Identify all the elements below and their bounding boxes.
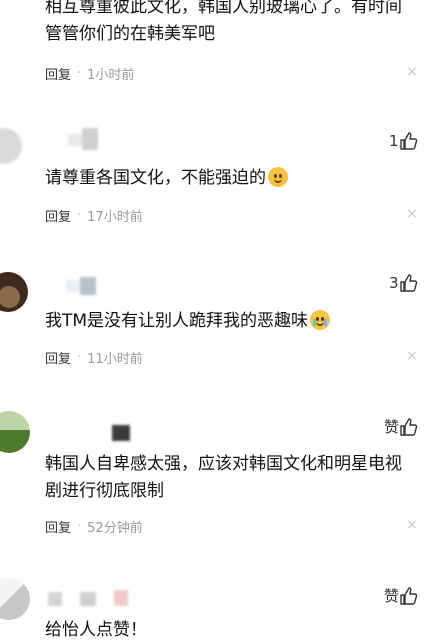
reply-button[interactable]: 回复 bbox=[45, 517, 71, 536]
reply-button[interactable]: 回复 bbox=[45, 206, 71, 225]
comment-meta: 回复 · 52分钟前 bbox=[45, 517, 143, 536]
dismiss-icon[interactable]: × bbox=[406, 517, 418, 533]
comment-text: 我TM是没有让别人跪拜我的恶趣味 bbox=[45, 308, 405, 335]
like-label: 赞 bbox=[384, 418, 400, 436]
thumbs-up-icon bbox=[399, 586, 419, 606]
separator-dot: · bbox=[77, 208, 82, 223]
comment-text: 相互尊重彼此文化，韩国人别玻璃心了。有时间管管你们的在韩美军吧 bbox=[45, 0, 402, 44]
separator-dot: · bbox=[77, 519, 82, 534]
username-masked[interactable] bbox=[48, 592, 62, 606]
comment-time: 1小时前 bbox=[87, 68, 135, 83]
comment-meta: 回复 · 1小时前 bbox=[45, 64, 134, 83]
username-masked[interactable] bbox=[82, 128, 98, 150]
smirk-emoji-icon bbox=[268, 167, 288, 187]
dismiss-icon[interactable]: × bbox=[406, 348, 418, 364]
username-masked[interactable] bbox=[66, 280, 80, 292]
avatar[interactable] bbox=[0, 128, 22, 164]
thumbs-up-icon bbox=[399, 273, 419, 293]
like-button[interactable]: 赞 bbox=[384, 416, 419, 437]
username-masked[interactable] bbox=[112, 425, 130, 441]
comment-text: 韩国人自卑感太强，应该对韩国文化和明星电视剧进行彻底限制 bbox=[45, 454, 402, 501]
avatar[interactable] bbox=[0, 272, 28, 312]
username-masked[interactable] bbox=[114, 590, 128, 606]
username-masked[interactable] bbox=[80, 592, 96, 606]
separator-dot: · bbox=[77, 350, 82, 365]
avatar[interactable] bbox=[0, 411, 30, 453]
thumbs-up-icon bbox=[399, 131, 419, 151]
comment-meta: 回复 · 11小时前 bbox=[45, 348, 143, 367]
avatar[interactable] bbox=[0, 578, 30, 620]
reply-button[interactable]: 回复 bbox=[45, 348, 71, 367]
like-button[interactable]: 1 bbox=[389, 131, 419, 151]
like-count: 1 bbox=[389, 132, 399, 150]
like-label: 赞 bbox=[384, 587, 400, 605]
like-count: 3 bbox=[389, 274, 399, 292]
comment-text-content: 请尊重各国文化，不能强迫的 bbox=[45, 168, 266, 188]
crying-laughing-emoji-icon bbox=[310, 310, 331, 330]
comment-time: 52分钟前 bbox=[87, 521, 143, 536]
thumbs-up-icon bbox=[399, 417, 419, 437]
reply-button[interactable]: 回复 bbox=[45, 64, 71, 83]
comment-time: 11小时前 bbox=[87, 352, 143, 367]
comment-time: 17小时前 bbox=[87, 210, 143, 225]
username-masked[interactable] bbox=[68, 134, 82, 146]
separator-dot: · bbox=[77, 66, 82, 81]
comment-text: 请尊重各国文化，不能强迫的 bbox=[45, 165, 405, 192]
like-button[interactable]: 3 bbox=[389, 273, 419, 293]
like-button[interactable]: 赞 bbox=[384, 585, 419, 606]
comment-text-content: 我TM是没有让别人跪拜我的恶趣味 bbox=[45, 311, 309, 331]
username-masked[interactable] bbox=[80, 277, 96, 295]
dismiss-icon[interactable]: × bbox=[406, 206, 418, 222]
comment-meta: 回复 · 17小时前 bbox=[45, 206, 143, 225]
dismiss-icon[interactable]: × bbox=[406, 64, 418, 80]
